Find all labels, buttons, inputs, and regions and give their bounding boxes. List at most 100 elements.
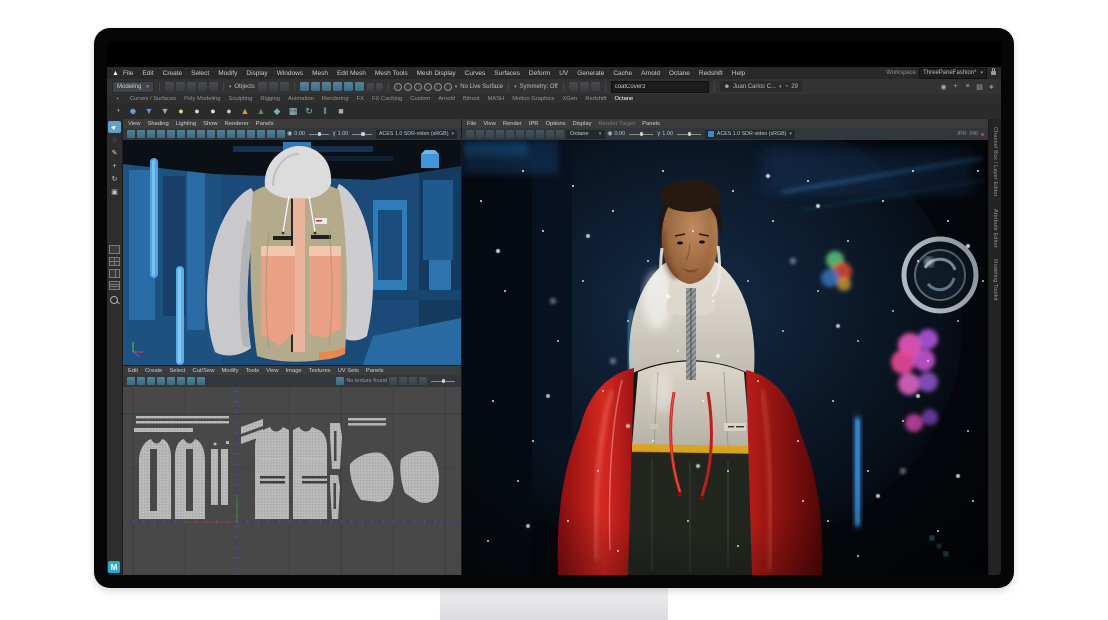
light-dome-shelf-icon[interactable]: ● bbox=[191, 105, 203, 117]
panel-menu-item[interactable]: Shading bbox=[147, 121, 168, 127]
make-live-icon[interactable] bbox=[355, 82, 364, 91]
notifications-icon[interactable]: ◉ bbox=[939, 82, 948, 91]
workspace-select[interactable]: ThreePaneFashion* ▾ bbox=[919, 68, 987, 79]
multisample-icon[interactable] bbox=[267, 130, 275, 138]
open-render-icon[interactable] bbox=[466, 130, 474, 138]
shelf-tab[interactable]: Motion Graphics bbox=[512, 96, 554, 102]
snapshot-icon[interactable] bbox=[536, 130, 544, 138]
exposure-slider[interactable] bbox=[309, 134, 329, 135]
camera-attributes-icon[interactable] bbox=[147, 130, 155, 138]
single-pane-layout-button[interactable] bbox=[109, 245, 120, 254]
bookmarks-icon[interactable] bbox=[157, 130, 165, 138]
settings-icon[interactable]: ∗ bbox=[987, 82, 996, 91]
uv-editor-canvas[interactable] bbox=[123, 387, 461, 575]
user-account-chip[interactable]: ☻ Juan Carlos C... ▾ ◔ 29 bbox=[720, 81, 802, 92]
menu-item[interactable]: Edit bbox=[142, 70, 153, 77]
symmetry-select[interactable]: ▾Symmetry: Off bbox=[514, 84, 558, 90]
wireframe-icon[interactable] bbox=[197, 130, 205, 138]
menu-item[interactable]: Display bbox=[246, 70, 267, 77]
panel-menu-item[interactable]: Render bbox=[503, 121, 522, 127]
shadows-icon[interactable] bbox=[237, 130, 245, 138]
panel-menu-item[interactable]: Cut/Sew bbox=[193, 368, 215, 374]
uv-grid-icon[interactable] bbox=[167, 377, 175, 385]
select-by-object-icon[interactable] bbox=[269, 82, 278, 91]
history-toggle-icon[interactable] bbox=[414, 83, 422, 91]
gamma-icon[interactable]: γ bbox=[333, 131, 336, 137]
add-workspace-icon[interactable]: + bbox=[951, 82, 960, 91]
shelf-tab[interactable]: Rendering bbox=[322, 96, 349, 102]
selection-mode-select[interactable]: ▾Objects bbox=[229, 84, 255, 90]
panel-menu-item[interactable]: View bbox=[128, 121, 140, 127]
history-toggle-icon[interactable] bbox=[444, 83, 452, 91]
motion-blur-icon[interactable] bbox=[257, 130, 265, 138]
magnify-layout-button[interactable] bbox=[109, 295, 120, 306]
panel-menu-item[interactable]: Show bbox=[203, 121, 218, 127]
clear-render-icon[interactable] bbox=[486, 130, 494, 138]
checkered-tiles-icon[interactable] bbox=[137, 377, 145, 385]
exposure-icon[interactable]: ◉ bbox=[287, 131, 292, 137]
shelf-tab[interactable]: MASH bbox=[487, 96, 504, 102]
select-camera-icon[interactable] bbox=[127, 130, 135, 138]
render-viewport-shelf-icon[interactable]: ▦ bbox=[287, 105, 299, 117]
shelf-tab[interactable]: Octane bbox=[615, 96, 634, 102]
menu-item[interactable]: Generate bbox=[577, 70, 604, 77]
open-scene-icon[interactable] bbox=[176, 82, 185, 91]
panel-menu-item[interactable]: Create bbox=[145, 368, 162, 374]
start-render-icon[interactable] bbox=[496, 130, 504, 138]
scale-tool-icon[interactable]: ▣ bbox=[108, 186, 121, 198]
shelf-tab[interactable]: Bifrost bbox=[463, 96, 479, 102]
menu-item[interactable]: UV bbox=[559, 70, 568, 77]
shade-uvs-icon[interactable] bbox=[147, 377, 155, 385]
panel-menu-item[interactable]: UV Sets bbox=[338, 368, 359, 374]
renderer-select[interactable]: Octane▾ bbox=[566, 130, 605, 139]
stacked-panes-layout-button[interactable] bbox=[109, 281, 120, 290]
menu-set-select[interactable]: Modeling ▾ bbox=[112, 81, 154, 93]
cloth-shelf-icon[interactable]: ▼ bbox=[159, 105, 171, 117]
region-render-icon[interactable] bbox=[546, 130, 554, 138]
smooth-shade-icon[interactable] bbox=[207, 130, 215, 138]
shelf-tab[interactable]: Poly Modeling bbox=[184, 96, 220, 102]
textured-icon[interactable] bbox=[217, 130, 225, 138]
menu-item[interactable]: Cache bbox=[613, 70, 632, 77]
panel-menu-item[interactable]: Textures bbox=[309, 368, 331, 374]
exposure-icon[interactable]: ◉ bbox=[607, 131, 612, 137]
menu-item[interactable]: Surfaces bbox=[494, 70, 520, 77]
gamma-slider[interactable] bbox=[677, 134, 701, 135]
panel-menu-item[interactable]: View bbox=[483, 121, 495, 127]
ipr-render-icon[interactable] bbox=[580, 82, 589, 91]
save-render-icon[interactable] bbox=[476, 130, 484, 138]
menu-item[interactable]: Redshift bbox=[699, 70, 723, 77]
shelf-tab[interactable]: FX bbox=[357, 96, 364, 102]
menu-item[interactable]: Select bbox=[191, 70, 209, 77]
menu-item[interactable]: Help bbox=[732, 70, 745, 77]
lock-camera-icon[interactable] bbox=[137, 130, 145, 138]
menu-item[interactable]: Curves bbox=[465, 70, 486, 77]
perspective-viewport[interactable] bbox=[123, 140, 461, 365]
stop-render-icon[interactable] bbox=[526, 130, 534, 138]
list-view-icon[interactable]: ≡ bbox=[963, 82, 972, 91]
menu-item[interactable]: Mesh Display bbox=[417, 70, 456, 77]
select-by-component-icon[interactable] bbox=[280, 82, 289, 91]
image-display-icon[interactable] bbox=[197, 377, 205, 385]
shelf-menu-icon[interactable]: ▾ bbox=[114, 107, 123, 116]
isolate-select-icon[interactable] bbox=[187, 130, 195, 138]
sidebar-vertical-tab[interactable]: Attribute Editor bbox=[992, 209, 998, 248]
panel-menu-item[interactable]: View bbox=[266, 368, 278, 374]
uv-distortion-icon[interactable] bbox=[127, 377, 135, 385]
turntable-shelf-icon[interactable]: ↻ bbox=[303, 105, 315, 117]
view-transform-select[interactable]: ACES 1.0 SDR-video (sRGB)▾ bbox=[376, 130, 457, 139]
move-tool-icon[interactable]: + bbox=[108, 160, 121, 172]
menu-item[interactable]: Mesh bbox=[312, 70, 328, 77]
render-settings-icon[interactable] bbox=[591, 82, 600, 91]
menu-item[interactable]: Mesh Tools bbox=[375, 70, 408, 77]
environment-shelf-icon[interactable]: ◆ bbox=[271, 105, 283, 117]
snap-to-curve-icon[interactable] bbox=[311, 82, 320, 91]
jacket-shelf-icon[interactable]: ▼ bbox=[143, 105, 155, 117]
sidebar-vertical-tab[interactable]: Channel Box / Layer Editor bbox=[992, 127, 998, 197]
pause-render-icon[interactable] bbox=[516, 130, 524, 138]
snap-to-point-icon[interactable] bbox=[322, 82, 331, 91]
menu-item[interactable]: Windows bbox=[277, 70, 303, 77]
panel-menu-item[interactable]: Panels bbox=[366, 368, 384, 374]
texture-filter-icon[interactable] bbox=[399, 377, 407, 385]
shelf-tab[interactable]: Custom bbox=[410, 96, 430, 102]
